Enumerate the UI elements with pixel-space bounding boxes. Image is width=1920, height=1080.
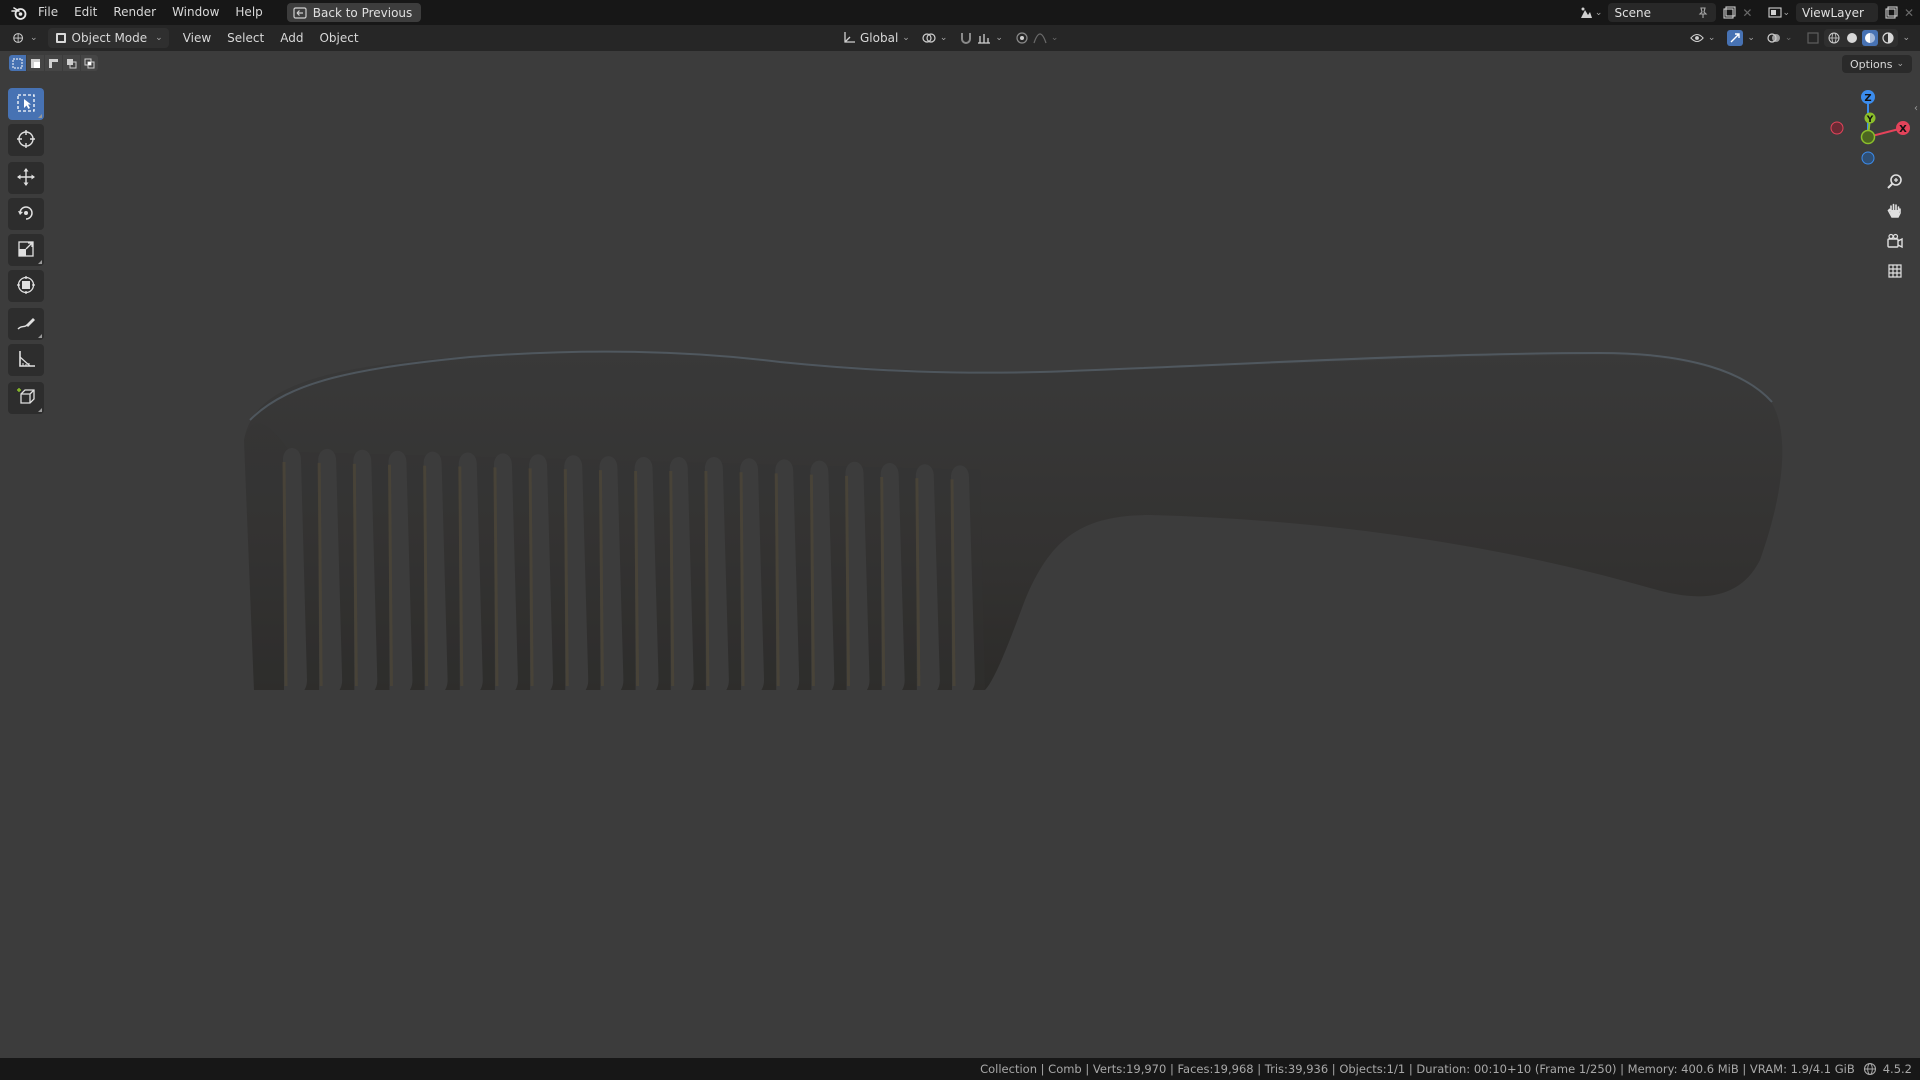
annotate-icon [16,313,36,336]
status-bar: Collection | Comb | Verts:19,970 | Faces… [0,1058,1920,1080]
pan-button[interactable] [1882,200,1908,224]
tool-scale[interactable] [8,234,44,266]
comb-tooth-edge [704,470,710,687]
tool-select-box[interactable] [8,88,44,120]
comb-tooth-edge [634,470,640,687]
comb-tooth-edge [915,478,921,687]
comb-tooth-edge [352,463,358,687]
navigation-gizmo[interactable]: Z Y X [1828,86,1912,172]
gizmo-z-label: Z [1864,93,1871,104]
comb-tooth-edge [880,476,886,687]
tool-measure[interactable] [8,344,44,376]
tool-submenu-indicator [38,408,42,412]
scale-icon [16,239,36,262]
sidebar-toggle-icon[interactable]: ‹ [1914,103,1918,114]
add-cube-icon [16,387,36,410]
rotate-icon [16,203,36,226]
comb-tooth-edge [845,475,851,687]
zoom-icon [1886,172,1904,193]
tool-rotate[interactable] [8,198,44,230]
comb-tooth-edge [809,474,815,687]
transform-icon [16,275,36,298]
comb-tooth-edge [387,464,393,687]
gizmo-x-label: X [1899,124,1907,135]
network-globe-icon[interactable] [1863,1062,1877,1076]
comb-tooth-edge [493,467,499,687]
comb-tooth-edge [598,470,604,687]
comb-tooth-edge [774,473,780,687]
comb-bottom-mask [240,690,1000,710]
comb-tooth-edge [317,462,323,687]
tool-submenu-indicator [38,114,42,118]
comb-tooth-edge [528,468,534,687]
view-navigation-buttons [1882,170,1908,284]
tool-submenu-indicator [38,260,42,264]
camera-icon [1886,232,1904,253]
comb-tooth-edge [950,479,956,687]
move-icon [16,167,36,190]
tool-submenu-indicator [38,334,42,338]
comb-tooth-edge [669,470,675,687]
tool-cursor[interactable] [8,124,44,156]
tool-add-cube[interactable] [8,382,44,414]
scene-statistics: Collection | Comb | Verts:19,970 | Faces… [980,1062,1855,1076]
comb-object[interactable] [0,0,1920,1080]
comb-tooth-edge [423,465,429,687]
measure-icon [16,349,36,372]
comb-tooth-edge [739,472,745,687]
comb-tooth-edge [282,461,288,687]
comb-tooth-edge [563,469,569,687]
blender-version: 4.5.2 [1882,1062,1912,1076]
tool-annotate[interactable] [8,308,44,340]
cursor-icon [16,129,36,152]
grid-icon [1886,262,1904,283]
hand-icon [1886,202,1904,223]
tool-shelf [8,88,46,418]
tool-transform[interactable] [8,270,44,302]
comb-tooth-edge [458,466,464,687]
gizmo-y-label: Y [1866,115,1874,125]
zoom-button[interactable] [1882,170,1908,194]
tool-move[interactable] [8,162,44,194]
orthographic-toggle-button[interactable] [1882,260,1908,284]
select-box-icon [16,93,36,116]
camera-view-button[interactable] [1882,230,1908,254]
